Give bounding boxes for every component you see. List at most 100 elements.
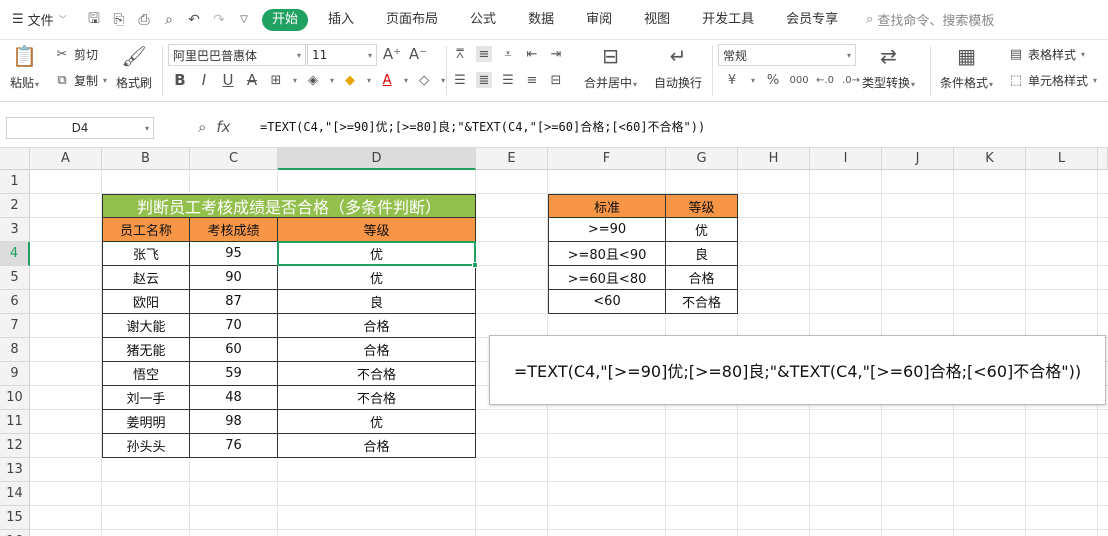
type-convert-button[interactable]: ⇄ 类型转换▾ <box>862 44 915 91</box>
tab-insert[interactable]: 插入 <box>316 9 366 31</box>
employee-name-cell[interactable]: 姜明明 <box>102 410 190 434</box>
grade-cell[interactable]: 合格 <box>278 434 476 458</box>
tab-page-layout[interactable]: 页面布局 <box>374 9 450 31</box>
employee-name-cell[interactable]: 张飞 <box>102 242 190 266</box>
underline-icon[interactable]: U <box>220 71 236 89</box>
column-header-e[interactable]: E <box>476 148 548 170</box>
score-cell[interactable]: 48 <box>190 386 278 410</box>
font-size-select[interactable]: 11 ▾ <box>307 44 377 66</box>
decrease-indent-icon[interactable]: ⇤ <box>524 46 540 62</box>
name-box[interactable]: D4 ▾ <box>6 117 154 139</box>
employee-name-cell[interactable]: 猪无能 <box>102 338 190 362</box>
justify-icon[interactable]: ≡ <box>524 72 540 88</box>
currency-icon[interactable]: ¥ <box>724 72 740 88</box>
tab-developer[interactable]: 开发工具 <box>690 9 766 31</box>
wrap-text-button[interactable]: ↵ 自动换行 <box>654 44 702 91</box>
score-cell[interactable]: 87 <box>190 290 278 314</box>
spreadsheet-grid[interactable]: ABCDEFGHIJKL12345678910111213141516判断员工考… <box>0 148 1108 536</box>
criteria-cell[interactable]: >=90 <box>548 218 666 242</box>
row-header-4[interactable]: 4 <box>0 242 30 266</box>
column-header-j[interactable]: J <box>882 148 954 170</box>
employee-name-cell[interactable]: 孙头头 <box>102 434 190 458</box>
score-cell[interactable]: 95 <box>190 242 278 266</box>
employee-name-cell[interactable]: 赵云 <box>102 266 190 290</box>
table-title[interactable]: 判断员工考核成绩是否合格（多条件判断） <box>102 194 476 218</box>
select-all-corner[interactable] <box>0 148 30 170</box>
copy-button[interactable]: ⧉ 复制 ▾ <box>54 72 107 89</box>
standard-grade-cell[interactable]: 优 <box>666 218 738 242</box>
grade-cell[interactable]: 不合格 <box>278 386 476 410</box>
row-header-9[interactable]: 9 <box>0 362 30 386</box>
row-header-13[interactable]: 13 <box>0 458 30 482</box>
row-header-10[interactable]: 10 <box>0 386 30 410</box>
formula-textbox[interactable]: =TEXT(C4,"[>=90]优;[>=80]良;"&TEXT(C4,"[>=… <box>489 335 1106 405</box>
zoom-icon[interactable]: ⌕ <box>198 118 206 136</box>
clear-format-icon[interactable]: ◇ <box>416 72 432 88</box>
font-name-select[interactable]: 阿里巴巴普惠体 ▾ <box>168 44 306 66</box>
row-header-2[interactable]: 2 <box>0 194 30 218</box>
align-middle-icon[interactable]: ≡ <box>476 46 492 62</box>
grade-cell[interactable]: 良 <box>278 290 476 314</box>
score-cell[interactable]: 98 <box>190 410 278 434</box>
column-header-c[interactable]: C <box>190 148 278 170</box>
increase-indent-icon[interactable]: ⇥ <box>548 46 564 62</box>
fill-handle[interactable] <box>472 262 478 268</box>
active-cell-selection[interactable] <box>277 241 478 268</box>
column-header-h[interactable]: H <box>738 148 810 170</box>
increase-font-icon[interactable]: A⁺ <box>383 45 401 63</box>
tab-home[interactable]: 开始 <box>262 8 309 31</box>
grade-cell[interactable]: 优 <box>278 266 476 290</box>
row-header-1[interactable]: 1 <box>0 170 30 194</box>
standard-grade-cell[interactable]: 不合格 <box>666 290 738 314</box>
criteria-cell[interactable]: >=60且<80 <box>548 266 666 290</box>
cell-style-button[interactable]: ⬚ 单元格样式 ▾ <box>1008 72 1097 89</box>
employee-name-cell[interactable]: 谢大能 <box>102 314 190 338</box>
tab-review[interactable]: 审阅 <box>574 9 624 31</box>
standard-grade-cell[interactable]: 良 <box>666 242 738 266</box>
distributed-icon[interactable]: ⊟ <box>548 72 564 88</box>
cut-button[interactable]: ✂ 剪切 <box>54 46 98 63</box>
align-bottom-icon[interactable]: ⩡ <box>500 46 516 62</box>
row-header-3[interactable]: 3 <box>0 218 30 242</box>
undo-icon[interactable]: ↶ <box>186 12 202 28</box>
employee-name-cell[interactable]: 欧阳 <box>102 290 190 314</box>
tab-view[interactable]: 视图 <box>632 9 682 31</box>
file-menu[interactable]: ☰ 文件 ﹀ <box>0 10 86 29</box>
tab-data[interactable]: 数据 <box>516 9 566 31</box>
format-painter-button[interactable]: 🖌 格式刷 <box>116 44 152 91</box>
grade-cell[interactable]: 合格 <box>278 338 476 362</box>
score-cell[interactable]: 70 <box>190 314 278 338</box>
tab-member[interactable]: 会员专享 <box>774 9 850 31</box>
italic-icon[interactable]: I <box>196 71 212 89</box>
row-header-7[interactable]: 7 <box>0 314 30 338</box>
font-color-icon[interactable]: A <box>379 72 395 88</box>
tab-formulas[interactable]: 公式 <box>458 9 508 31</box>
fill-color-icon[interactable]: ◈ <box>305 72 321 88</box>
border-icon[interactable]: ⊞ <box>268 72 284 88</box>
decrease-font-icon[interactable]: A⁻ <box>409 45 427 63</box>
print-icon[interactable]: ⎙ <box>136 12 152 28</box>
row-header-8[interactable]: 8 <box>0 338 30 362</box>
row-header-14[interactable]: 14 <box>0 482 30 506</box>
column-header-g[interactable]: G <box>666 148 738 170</box>
criteria-cell[interactable]: <60 <box>548 290 666 314</box>
increase-decimal-icon[interactable]: ←.0 <box>816 72 834 88</box>
column-label[interactable]: 员工名称 <box>102 218 190 242</box>
save-icon[interactable]: 🖫 <box>86 11 102 28</box>
formula-input[interactable]: =TEXT(C4,"[>=90]优;[>=80]良;"&TEXT(C4,"[>=… <box>260 118 705 135</box>
row-header-5[interactable]: 5 <box>0 266 30 290</box>
align-right-icon[interactable]: ☰ <box>500 72 516 88</box>
column-header-d[interactable]: D <box>278 148 476 170</box>
strikethrough-icon[interactable]: A <box>244 71 260 89</box>
column-header-l[interactable]: L <box>1026 148 1098 170</box>
row-header-15[interactable]: 15 <box>0 506 30 530</box>
conditional-format-button[interactable]: ▦ 条件格式▾ <box>940 44 993 91</box>
export-pdf-icon[interactable]: ⎘ <box>111 12 127 28</box>
number-format-select[interactable]: 常规 ▾ <box>718 44 856 66</box>
decrease-decimal-icon[interactable]: .0→ <box>842 72 860 88</box>
score-cell[interactable]: 59 <box>190 362 278 386</box>
table-style-button[interactable]: ▤ 表格样式 ▾ <box>1008 46 1085 63</box>
align-left-icon[interactable]: ☰ <box>452 72 468 88</box>
column-header-f[interactable]: F <box>548 148 666 170</box>
employee-name-cell[interactable]: 刘一手 <box>102 386 190 410</box>
